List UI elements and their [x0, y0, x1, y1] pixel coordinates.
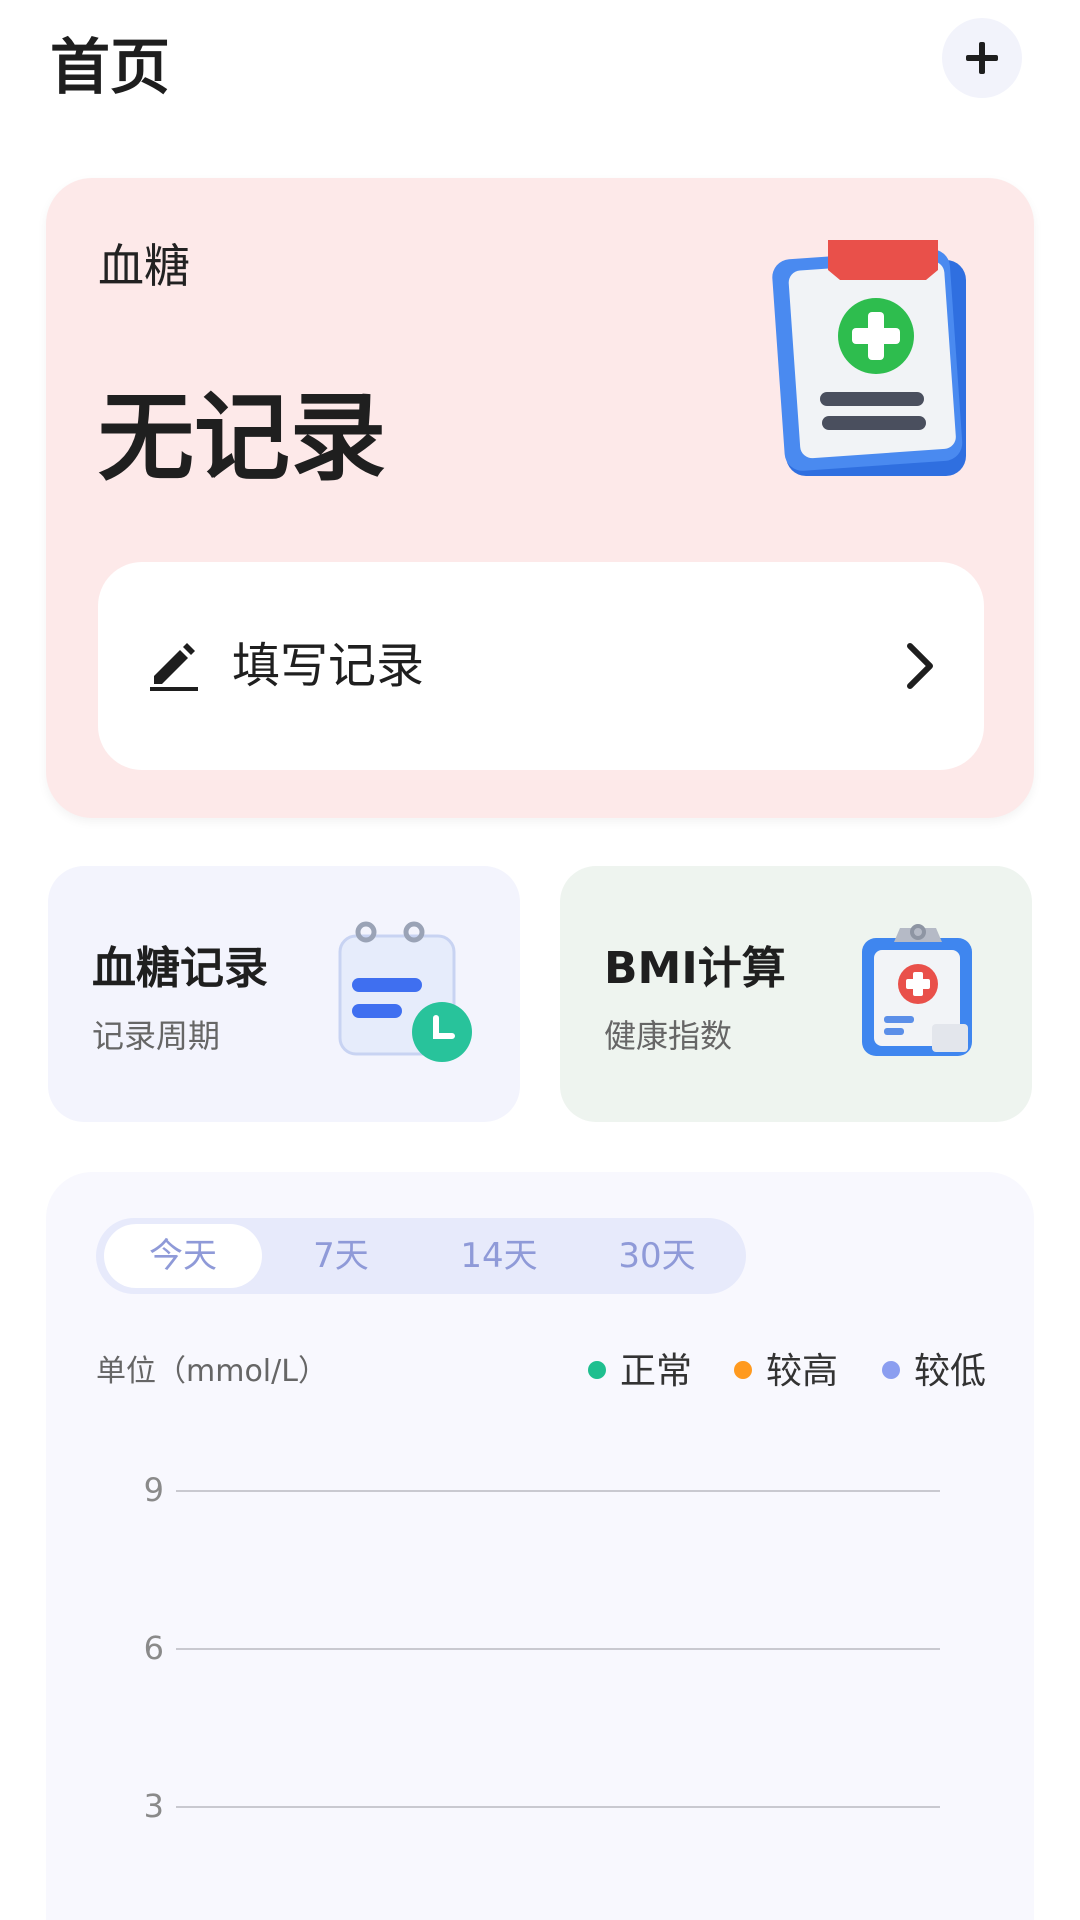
blood-sugar-record-card[interactable]: 血糖记录 记录周期	[48, 866, 520, 1122]
legend-label: 正常	[620, 1351, 693, 1392]
legend-dot-high	[734, 1361, 752, 1379]
blood-sugar-card: 血糖 无记录 填写记录	[46, 178, 1034, 818]
unit-label: 单位（mmol/L）	[96, 1354, 328, 1389]
feature-subtitle: 健康指数	[604, 1017, 733, 1055]
blood-sugar-chart-card: 今天 7天 14天 30天 单位（mmol/L） 正常 较高 较低 9 6 3	[46, 1172, 1034, 1920]
y-tick-label: 9	[143, 1471, 164, 1509]
header: 首页	[50, 18, 1030, 118]
pencil-icon	[150, 643, 198, 691]
tab-today[interactable]: 今天	[104, 1224, 262, 1288]
blood-sugar-label: 血糖	[98, 239, 190, 293]
gridline	[176, 1490, 940, 1492]
y-tick-label: 6	[143, 1629, 164, 1667]
legend-dot-low	[882, 1361, 900, 1379]
feature-title: BMI计算	[604, 943, 786, 994]
page-title: 首页	[50, 33, 170, 103]
tab-14-days[interactable]: 14天	[420, 1224, 578, 1288]
legend-low: 较低	[882, 1350, 986, 1394]
legend-normal: 正常	[588, 1350, 692, 1394]
calendar-clock-icon	[338, 921, 472, 1062]
legend-high: 较高	[734, 1350, 838, 1394]
home-page: 首页 血糖 无记录 填写记录 血糖记录 记录周期 BMI计算 健康指数 今天 7…	[0, 0, 1080, 1920]
plus-icon	[966, 42, 998, 74]
period-tabs: 今天 7天 14天 30天	[96, 1218, 746, 1294]
y-tick-label: 3	[143, 1787, 164, 1825]
legend-label: 较低	[914, 1351, 987, 1392]
legend-label: 较高	[766, 1351, 839, 1392]
legend-dot-normal	[588, 1361, 606, 1379]
clipboard-medical-icon	[772, 240, 966, 476]
feature-subtitle: 记录周期	[92, 1017, 221, 1055]
medical-clipboard-icon	[862, 924, 972, 1056]
fill-record-button[interactable]: 填写记录	[98, 562, 984, 770]
gridline	[176, 1648, 940, 1650]
blood-sugar-value: 无记录	[98, 382, 386, 494]
tab-7-days[interactable]: 7天	[262, 1224, 420, 1288]
feature-title: 血糖记录	[92, 943, 268, 994]
add-button[interactable]	[942, 18, 1022, 98]
bmi-calculator-card[interactable]: BMI计算 健康指数	[560, 866, 1032, 1122]
chevron-right-icon	[907, 643, 933, 689]
tab-30-days[interactable]: 30天	[578, 1224, 736, 1288]
fill-record-label: 填写记录	[232, 638, 425, 694]
gridline	[176, 1806, 940, 1808]
